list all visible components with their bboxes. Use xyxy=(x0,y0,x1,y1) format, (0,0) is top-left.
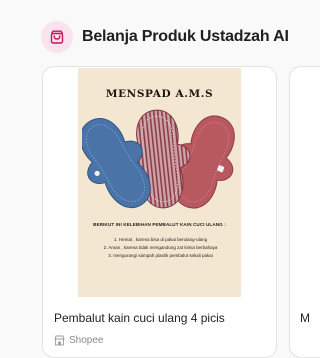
product-title[interactable]: M xyxy=(300,311,310,325)
product-image[interactable]: MENSPAD A.M.S BERIKUT INI KELEBIHAN PEMB… xyxy=(78,68,241,297)
product-title[interactable]: Pembalut kain cuci ulang 4 picis xyxy=(54,311,225,325)
shopping-bag-icon xyxy=(41,21,73,53)
product-card-next[interactable]: M xyxy=(289,66,320,358)
image-brand-text: MENSPAD A.M.S xyxy=(105,88,214,100)
section-header: Belanja Produk Ustadzah AI xyxy=(41,21,289,53)
pad-illustration xyxy=(82,109,235,209)
image-point: 1. Hemat , karena bisa di pakai berulang… xyxy=(113,237,208,242)
image-point: 2. Aman , karena tidak mengandung zat ki… xyxy=(103,245,218,250)
image-heading: BERIKUT INI KELEBIHAN PEMBALUT KAIN CUCI… xyxy=(93,222,226,227)
product-card[interactable]: MENSPAD A.M.S BERIKUT INI KELEBIHAN PEMB… xyxy=(42,66,277,358)
section-title: Belanja Produk Ustadzah AI xyxy=(82,28,289,45)
image-point: 3. mengurangi sampah plastik pembalut se… xyxy=(108,253,213,258)
